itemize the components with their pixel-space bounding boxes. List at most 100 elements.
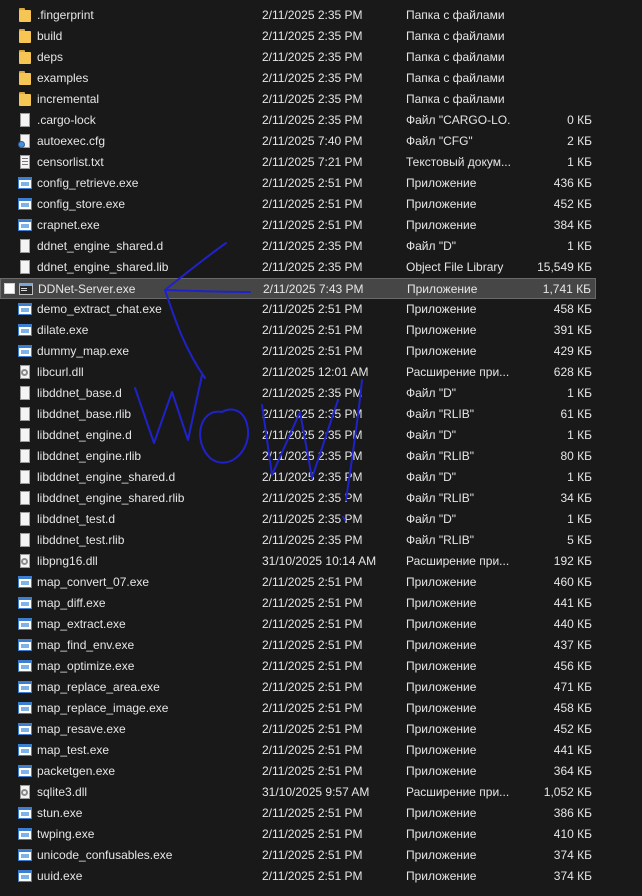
- file-row[interactable]: map_replace_image.exe 2/11/2025 2:51 PM …: [0, 698, 596, 719]
- file-date-modified: 2/11/2025 2:51 PM: [262, 806, 363, 820]
- file-type: Приложение: [406, 680, 477, 694]
- file-row[interactable]: map_replace_area.exe 2/11/2025 2:51 PM П…: [0, 677, 596, 698]
- file-row[interactable]: libddnet_engine.d 2/11/2025 2:35 PM Файл…: [0, 425, 596, 446]
- file-type: Приложение: [406, 869, 477, 883]
- file-row[interactable]: ddnet_engine_shared.d 2/11/2025 2:35 PM …: [0, 236, 596, 257]
- file-size: 471 КБ: [553, 680, 592, 694]
- file-row[interactable]: libddnet_engine.rlib 2/11/2025 2:35 PM Ф…: [0, 446, 596, 467]
- file-row[interactable]: build 2/11/2025 2:35 PM Папка с файлами: [0, 26, 596, 47]
- file-name: map_extract.exe: [37, 617, 126, 631]
- file-row[interactable]: dummy_map.exe 2/11/2025 2:51 PM Приложен…: [0, 341, 596, 362]
- file-date-modified: 2/11/2025 2:51 PM: [262, 344, 363, 358]
- file-row[interactable]: map_resave.exe 2/11/2025 2:51 PM Приложе…: [0, 719, 596, 740]
- file-type: Папка с файлами: [406, 50, 505, 64]
- file-row[interactable]: DDNet-Server.exe 2/11/2025 7:43 PM Прило…: [0, 278, 596, 299]
- exe-icon: [17, 679, 33, 695]
- file-row[interactable]: autoexec.cfg 2/11/2025 7:40 PM Файл "CFG…: [0, 131, 596, 152]
- file-size: 628 КБ: [553, 365, 592, 379]
- file-row[interactable]: .cargo-lock 2/11/2025 2:35 PM Файл "CARG…: [0, 110, 596, 131]
- file-row[interactable]: stun.exe 2/11/2025 2:51 PM Приложение 38…: [0, 803, 596, 824]
- exe-icon: [17, 637, 33, 653]
- selection-checkbox[interactable]: [4, 283, 15, 294]
- exe-icon: [17, 805, 33, 821]
- file-row[interactable]: dilate.exe 2/11/2025 2:51 PM Приложение …: [0, 320, 596, 341]
- file-name: crapnet.exe: [37, 218, 100, 232]
- file-type: Приложение: [406, 806, 477, 820]
- file-row[interactable]: libpng16.dll 31/10/2025 10:14 AM Расшире…: [0, 551, 596, 572]
- file-type: Приложение: [406, 701, 477, 715]
- file-name: demo_extract_chat.exe: [37, 302, 162, 316]
- file-name: build: [37, 29, 63, 43]
- file-type: Приложение: [406, 617, 477, 631]
- file-size: 1,741 КБ: [542, 282, 591, 296]
- file-size: 364 КБ: [553, 764, 592, 778]
- file-row[interactable]: .fingerprint 2/11/2025 2:35 PM Папка с ф…: [0, 5, 596, 26]
- file-row[interactable]: incremental 2/11/2025 2:35 PM Папка с фа…: [0, 89, 596, 110]
- file-icon: [17, 238, 33, 254]
- folder-icon: [17, 7, 33, 23]
- file-row[interactable]: demo_extract_chat.exe 2/11/2025 2:51 PM …: [0, 299, 596, 320]
- file-row[interactable]: config_retrieve.exe 2/11/2025 2:51 PM Пр…: [0, 173, 596, 194]
- file-row[interactable]: examples 2/11/2025 2:35 PM Папка с файла…: [0, 68, 596, 89]
- file-name: sqlite3.dll: [37, 785, 88, 799]
- exe-icon: [17, 700, 33, 716]
- file-date-modified: 2/11/2025 2:35 PM: [262, 512, 363, 526]
- file-row[interactable]: libddnet_base.rlib 2/11/2025 2:35 PM Фай…: [0, 404, 596, 425]
- file-row[interactable]: twping.exe 2/11/2025 2:51 PM Приложение …: [0, 824, 596, 845]
- file-date-modified: 2/11/2025 2:51 PM: [262, 827, 363, 841]
- file-row[interactable]: packetgen.exe 2/11/2025 2:51 PM Приложен…: [0, 761, 596, 782]
- file-size: 2 КБ: [567, 134, 592, 148]
- file-row[interactable]: ddnet_engine_shared.lib 2/11/2025 2:35 P…: [0, 257, 596, 278]
- file-date-modified: 2/11/2025 2:35 PM: [262, 428, 363, 442]
- file-size: 61 КБ: [560, 407, 592, 421]
- file-row[interactable]: libcurl.dll 2/11/2025 12:01 AM Расширени…: [0, 362, 596, 383]
- file-name: packetgen.exe: [37, 764, 116, 778]
- file-size: 429 КБ: [553, 344, 592, 358]
- file-row[interactable]: map_find_env.exe 2/11/2025 2:51 PM Прило…: [0, 635, 596, 656]
- file-row[interactable]: sqlite3.dll 31/10/2025 9:57 AM Расширени…: [0, 782, 596, 803]
- file-icon: [17, 385, 33, 401]
- file-row[interactable]: unicode_confusables.exe 2/11/2025 2:51 P…: [0, 845, 596, 866]
- folder-icon: [17, 28, 33, 44]
- file-icon: [17, 112, 33, 128]
- file-size: 386 КБ: [553, 806, 592, 820]
- file-row[interactable]: map_diff.exe 2/11/2025 2:51 PM Приложени…: [0, 593, 596, 614]
- file-name: incremental: [37, 92, 100, 106]
- file-size: 15,549 КБ: [537, 260, 592, 274]
- file-row[interactable]: libddnet_test.d 2/11/2025 2:35 PM Файл "…: [0, 509, 596, 530]
- file-name: map_diff.exe: [37, 596, 106, 610]
- file-row[interactable]: libddnet_engine_shared.d 2/11/2025 2:35 …: [0, 467, 596, 488]
- file-row[interactable]: map_optimize.exe 2/11/2025 2:51 PM Прило…: [0, 656, 596, 677]
- file-name: libddnet_base.d: [37, 386, 122, 400]
- file-date-modified: 2/11/2025 2:35 PM: [262, 29, 363, 43]
- file-row[interactable]: deps 2/11/2025 2:35 PM Папка с файлами: [0, 47, 596, 68]
- file-type: Файл "RLIB": [406, 407, 475, 421]
- file-row[interactable]: uuid.exe 2/11/2025 2:51 PM Приложение 37…: [0, 866, 596, 887]
- exe-icon: [17, 574, 33, 590]
- file-icon: [17, 259, 33, 275]
- file-date-modified: 2/11/2025 2:51 PM: [262, 323, 363, 337]
- file-row[interactable]: libddnet_engine_shared.rlib 2/11/2025 2:…: [0, 488, 596, 509]
- file-name: libpng16.dll: [37, 554, 98, 568]
- file-row[interactable]: censorlist.txt 2/11/2025 7:21 PM Текстов…: [0, 152, 596, 173]
- file-type: Приложение: [407, 282, 478, 296]
- file-name: uuid.exe: [37, 869, 83, 883]
- exe-icon: [17, 742, 33, 758]
- file-date-modified: 2/11/2025 12:01 AM: [262, 365, 369, 379]
- file-date-modified: 2/11/2025 2:51 PM: [262, 680, 363, 694]
- file-row[interactable]: map_convert_07.exe 2/11/2025 2:51 PM При…: [0, 572, 596, 593]
- file-name: ddnet_engine_shared.d: [37, 239, 164, 253]
- file-name: config_store.exe: [37, 197, 126, 211]
- file-row[interactable]: crapnet.exe 2/11/2025 2:51 PM Приложение…: [0, 215, 596, 236]
- file-date-modified: 31/10/2025 9:57 AM: [262, 785, 370, 799]
- file-row[interactable]: config_store.exe 2/11/2025 2:51 PM Прило…: [0, 194, 596, 215]
- file-row[interactable]: libddnet_test.rlib 2/11/2025 2:35 PM Фай…: [0, 530, 596, 551]
- file-row[interactable]: map_extract.exe 2/11/2025 2:51 PM Прилож…: [0, 614, 596, 635]
- file-row[interactable]: libddnet_base.d 2/11/2025 2:35 PM Файл "…: [0, 383, 596, 404]
- file-name: config_retrieve.exe: [37, 176, 139, 190]
- file-type: Приложение: [406, 218, 477, 232]
- file-name: libcurl.dll: [37, 365, 84, 379]
- file-name: libddnet_engine_shared.d: [37, 470, 176, 484]
- file-date-modified: 2/11/2025 2:51 PM: [262, 302, 363, 316]
- file-row[interactable]: map_test.exe 2/11/2025 2:51 PM Приложени…: [0, 740, 596, 761]
